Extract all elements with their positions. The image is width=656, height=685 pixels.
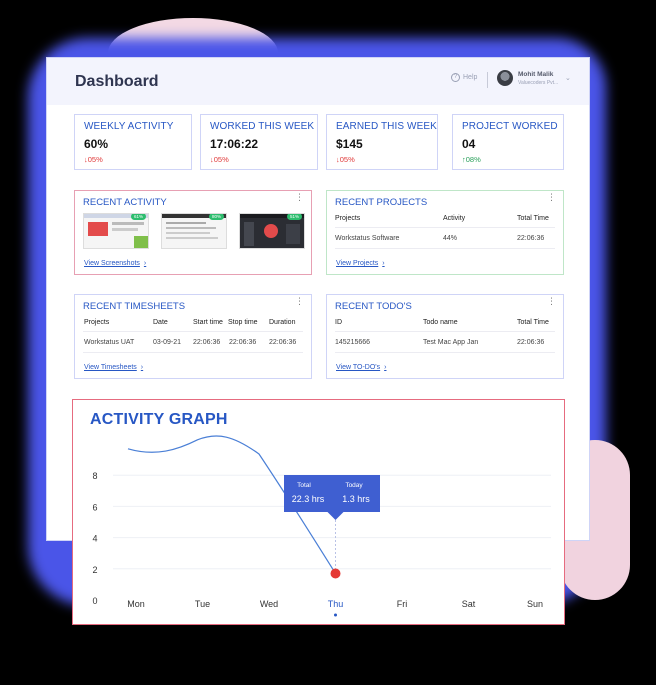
help-icon: ? [451, 73, 460, 82]
stat-project-worked: PROJECT WORKED 04 ↑08% [452, 114, 564, 170]
stat-label: WEEKLY ACTIVITY [84, 121, 174, 132]
column-header: Date [153, 319, 168, 326]
stat-value: 60% [84, 137, 109, 151]
stat-earned-this-week: EARNED THIS WEEK $145 ↓05% [326, 114, 438, 170]
y-tick-label: 8 [92, 471, 97, 481]
column-header: Duration [269, 319, 296, 326]
table-cell: Workstatus UAT [84, 339, 135, 346]
tooltip-value: 1.3 hrs [342, 494, 370, 504]
table-cell: 22:06:36 [269, 339, 297, 346]
stat-worked-this-week: WORKED THIS WEEK 17:06:22 ↓05% [200, 114, 318, 170]
x-tick-label: Wed [260, 599, 278, 609]
column-header: Total Time [517, 319, 549, 326]
y-tick-label: 2 [92, 565, 97, 575]
header-divider [487, 72, 488, 88]
page-title: Dashboard [75, 72, 159, 90]
stat-delta: ↓05% [84, 155, 103, 164]
more-icon[interactable]: ⋮ [295, 193, 304, 202]
help-button[interactable]: ? Help [451, 73, 477, 82]
chevron-down-icon[interactable]: ⌄ [565, 74, 571, 82]
more-icon[interactable]: ⋮ [547, 193, 556, 202]
screenshot-thumbnail[interactable]: 80% [161, 213, 227, 249]
view-screenshots-link[interactable]: View Screenshots › [84, 260, 146, 267]
tooltip-value: 22.3 hrs [292, 494, 325, 504]
stat-label: WORKED THIS WEEK [210, 121, 315, 132]
column-header: Stop time [228, 319, 258, 326]
y-tick-label: 4 [92, 534, 97, 544]
column-header: Start time [193, 319, 223, 326]
view-todos-link[interactable]: View TO-DO's › [336, 364, 386, 371]
table-cell: Test Mac App Jan [423, 339, 479, 346]
column-header: ID [335, 319, 342, 326]
chevron-right-icon: › [384, 364, 387, 371]
tooltip-pointer [327, 512, 344, 520]
activity-badge: 51% [286, 214, 302, 220]
table-cell: 145215666 [335, 339, 371, 346]
table-cell: 44% [443, 235, 458, 242]
screenshot-thumbnail[interactable]: 51% [239, 213, 305, 249]
recent-todos-card: RECENT TODO'S ⋮ ID Todo name Total Time … [326, 294, 564, 379]
avatar[interactable] [497, 70, 513, 86]
column-header: Todo name [423, 319, 458, 326]
x-tick-label: Tue [195, 599, 210, 609]
view-projects-link[interactable]: View Projects › [336, 260, 385, 267]
user-org: Valuecoders Pvt... [518, 80, 559, 86]
x-tick-label: Thu [328, 599, 344, 609]
table-cell: 22:06:36 [517, 339, 545, 346]
recent-activity-card: RECENT ACTIVITY ⋮ 61% 80% 51% View Scree… [74, 190, 312, 275]
stat-delta: ↑08% [462, 155, 481, 164]
card-title: RECENT TODO'S [335, 301, 412, 312]
tooltip-label: Today [345, 482, 363, 489]
y-tick-label: 6 [92, 502, 97, 512]
card-title: RECENT PROJECTS [335, 197, 428, 208]
table-cell: Workstatus Software [335, 235, 400, 242]
tooltip-label: Total [297, 482, 311, 489]
stat-delta: ↓05% [336, 155, 355, 164]
user-name[interactable]: Mohit Malik [518, 71, 553, 78]
x-tick-label: Sat [462, 599, 476, 609]
stat-delta: ↓05% [210, 155, 229, 164]
header: Dashboard ? Help Mohit Malik Valuecoders… [47, 58, 589, 105]
view-timesheets-link[interactable]: View Timesheets › [84, 364, 143, 371]
more-icon[interactable]: ⋮ [547, 297, 556, 306]
stat-label: PROJECT WORKED [462, 121, 558, 132]
stat-weekly-activity: WEEKLY ACTIVITY 60% ↓05% [74, 114, 192, 170]
help-label: Help [463, 74, 478, 81]
column-header: Activity [443, 215, 466, 222]
chevron-right-icon: › [143, 260, 147, 267]
stage: Dashboard ? Help Mohit Malik Valuecoders… [0, 0, 656, 685]
screenshot-thumbnail[interactable]: 61% [83, 213, 149, 249]
more-icon[interactable]: ⋮ [295, 297, 304, 306]
x-tick-label: Fri [397, 599, 408, 609]
stat-value: 17:06:22 [210, 137, 259, 151]
active-day-dot [334, 613, 337, 617]
column-header: Projects [335, 215, 361, 222]
activity-chart: 0 2 4 6 8 Mon Tue Wed Thu Fri Sat Sun Total 22.3 hrs T… [92, 435, 551, 617]
card-title: RECENT ACTIVITY [83, 197, 167, 208]
table-cell: 03-09-21 [153, 339, 182, 346]
column-header: Projects [84, 319, 110, 326]
table-cell: 22:06:36 [193, 339, 221, 346]
table-cell: 22:06:36 [229, 339, 257, 346]
activity-badge: 80% [208, 214, 224, 220]
column-header: Total Time [517, 215, 549, 222]
data-point [330, 568, 341, 579]
activity-graph-card: ACTIVITY GRAPH 0 2 4 6 8 Mon Tue Wed Thu Fri Sat Su… [72, 399, 565, 625]
stat-value: $145 [336, 137, 363, 151]
stat-value: 04 [462, 137, 476, 151]
table-cell: 22:06:36 [517, 235, 545, 242]
y-tick-label: 0 [92, 596, 97, 606]
chevron-right-icon: › [382, 260, 385, 267]
x-tick-label: Mon [127, 599, 145, 609]
chevron-right-icon: › [140, 364, 144, 371]
stat-label: EARNED THIS WEEK [336, 121, 437, 132]
recent-projects-card: RECENT PROJECTS ⋮ Projects Activity Tota… [326, 190, 564, 275]
card-title: RECENT TIMESHEETS [83, 301, 186, 312]
recent-timesheets-card: RECENT TIMESHEETS ⋮ Projects Date Start … [74, 294, 312, 379]
x-tick-label: Sun [527, 599, 543, 609]
activity-badge: 61% [130, 214, 146, 220]
